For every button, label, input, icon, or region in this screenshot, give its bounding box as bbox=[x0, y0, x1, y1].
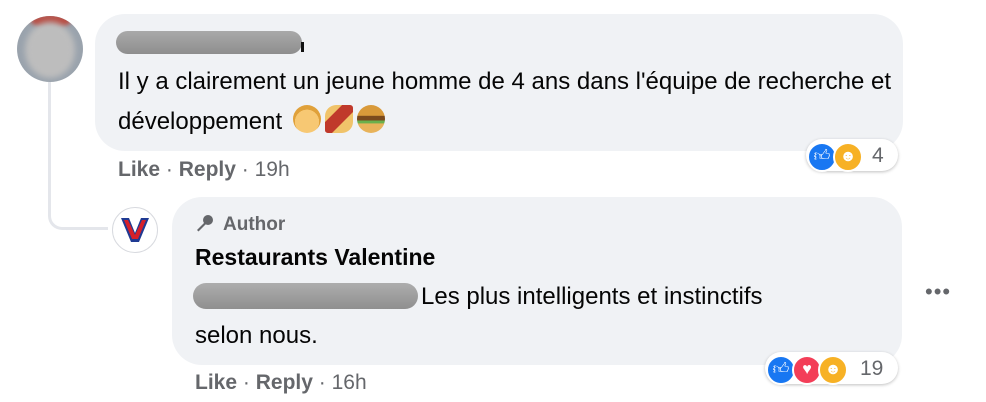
comment-actions: Like · Reply · 19h bbox=[118, 158, 290, 182]
comment-reactions[interactable]: 👍︎ ☻ 4 bbox=[806, 139, 898, 172]
author-badge: Author bbox=[195, 213, 285, 236]
separator: · bbox=[318, 371, 326, 394]
valentine-logo-icon bbox=[121, 218, 149, 242]
timestamp[interactable]: 16h bbox=[332, 371, 367, 394]
redaction-mark bbox=[301, 42, 304, 52]
author-badge-label: Author bbox=[223, 214, 286, 235]
avatar-blur-face bbox=[25, 22, 75, 78]
reply-text-line1: Les plus intelligents et instinctifs bbox=[421, 283, 763, 310]
separator: · bbox=[165, 158, 173, 181]
redacted-commenter-name bbox=[116, 31, 302, 54]
like-link[interactable]: Like bbox=[195, 371, 237, 394]
comment-text: Il y a clairement un jeune homme de 4 an… bbox=[118, 62, 898, 142]
reaction-count: 19 bbox=[860, 357, 884, 380]
page-avatar[interactable] bbox=[112, 207, 158, 253]
reply-link[interactable]: Reply bbox=[179, 158, 236, 181]
redacted-mention bbox=[193, 283, 418, 309]
baby-emoji-icon bbox=[292, 105, 321, 133]
microphone-icon bbox=[197, 215, 213, 232]
commenter-avatar[interactable] bbox=[17, 16, 83, 82]
reply-link[interactable]: Reply bbox=[256, 371, 313, 394]
hotdog-emoji-icon bbox=[324, 105, 353, 133]
comment-body: Il y a clairement un jeune homme de 4 an… bbox=[118, 68, 892, 135]
timestamp[interactable]: 19h bbox=[255, 158, 290, 181]
reaction-count: 4 bbox=[872, 144, 884, 167]
separator: · bbox=[242, 371, 250, 394]
reply-actions: Like · Reply · 16h bbox=[195, 371, 367, 395]
reply-reactions[interactable]: 👍︎ ♥ ☻ 19 bbox=[765, 352, 898, 385]
separator: · bbox=[241, 158, 249, 181]
burger-emoji-icon bbox=[356, 105, 385, 133]
haha-reaction-icon: ☻ bbox=[818, 355, 848, 385]
reply-text-line2: selon nous. bbox=[195, 322, 318, 349]
like-link[interactable]: Like bbox=[118, 158, 160, 181]
reply-author-name[interactable]: Restaurants Valentine bbox=[195, 244, 435, 271]
more-options-icon[interactable]: ••• bbox=[925, 279, 951, 305]
haha-reaction-icon: ☻ bbox=[833, 142, 863, 172]
